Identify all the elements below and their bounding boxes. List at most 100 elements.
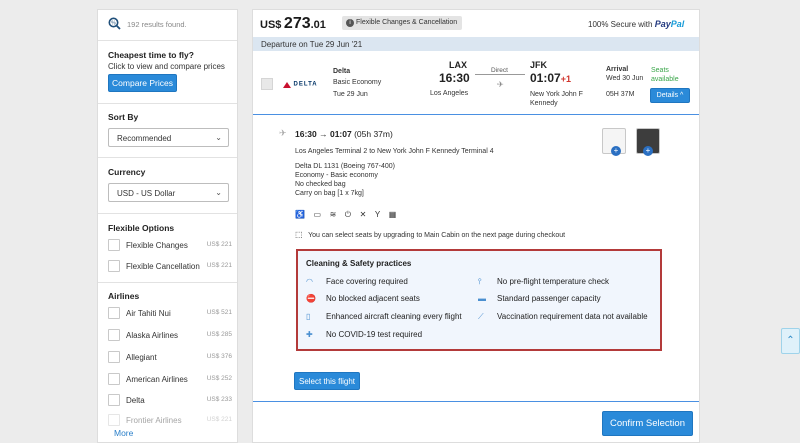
flight-separator [253,114,699,115]
currency-select[interactable]: USD - US Dollar ⌄ [108,183,229,202]
compare-prices-button[interactable]: Compare Prices [108,74,177,92]
thermometer-icon: ⫯ [478,277,482,286]
filter-airline[interactable]: Alaska Airlines US$ 285 [108,329,232,343]
test-icon: ✚ [306,330,313,339]
total-price: US$ 273.01 [260,15,326,33]
delta-logo-text: DELTA [293,81,318,88]
more-airlines-link[interactable]: More [114,428,133,438]
connector-line [475,74,525,75]
power-icon: ⏻ [344,210,352,219]
capacity-icon: ▬ [478,294,486,303]
flight-select-checkbox[interactable] [261,78,273,90]
seat-note: ⬚ You can select seats by upgrading to M… [295,229,565,239]
amenities-row: ♿ ▭ ≋ ⏻ ✕ Y ▦ [295,209,402,220]
cleaning-item: Face covering required [326,277,408,286]
seat-icon: ⬚ [295,230,303,239]
flexible-title: Flexible Options [108,223,175,233]
flight-result-card: US$ 273.01 i Flexible Changes & Cancellat… [252,9,700,443]
checkbox[interactable] [108,260,120,272]
seat-block-icon: ⛔ [306,294,316,303]
departure-label: Departure on Tue 29 Jun '21 [261,40,363,49]
currency-title: Currency [108,167,146,177]
confirm-selection-button[interactable]: Confirm Selection [602,411,693,436]
stops-label: Direct [489,67,510,74]
divider [98,157,237,158]
drink-icon: Y [374,210,381,219]
departure-bar: Departure on Tue 29 Jun '21 [253,37,699,51]
arrival-label: Arrival [606,66,629,73]
checkbox[interactable] [108,307,120,319]
badge-label: Flexible Changes & Cancellation [356,19,458,26]
seat-note-text: You can select seats by upgrading to Mai… [308,232,566,239]
divider [98,40,237,41]
checkbox[interactable] [108,351,120,363]
filter-label: Frontier Airlines [126,416,182,425]
sort-title: Sort By [108,112,139,122]
filter-price: US$ 521 [206,309,232,316]
cleaning-item: Standard passenger capacity [497,294,601,303]
filter-label: Allegiant [126,353,157,362]
secure-text: 100% Secure with [588,20,653,29]
flexible-badge: i Flexible Changes & Cancellation [342,16,463,30]
filter-flexible-changes[interactable]: Flexible Changes US$ 221 [108,239,232,253]
cheapest-title: Cheapest time to fly? [108,50,194,60]
departure-time: 16:30 [439,71,470,85]
scroll-to-top-button[interactable]: ⌃ [781,328,800,354]
price-main: 273 [283,15,311,32]
segment-plane-icon: ✈ [279,128,287,138]
filter-flexible-cancellation[interactable]: Flexible Cancellation US$ 221 [108,260,232,274]
filter-airline[interactable]: Delta US$ 233 [108,394,232,408]
cheapest-subtitle: Click to view and compare prices [108,62,225,71]
plane-icon: ✈ [497,80,504,89]
checkbox[interactable] [108,373,120,385]
filter-price: US$ 233 [206,396,232,403]
secure-paypal: 100% Secure with PayPal [588,19,684,29]
filter-label: Delta [126,396,145,405]
aircraft-thumb-1[interactable]: + [602,128,626,156]
filter-label: Alaska Airlines [126,331,179,340]
filter-price: US$ 221 [206,241,232,248]
chevron-down-icon: ⌄ [215,188,222,197]
divider [98,213,237,214]
filters-sidebar: % 192 results found. Cheapest time to fl… [97,9,238,443]
filter-airline[interactable]: American Airlines US$ 252 [108,373,232,387]
filter-airline[interactable]: Air Tahiti Nui US$ 521 [108,307,232,321]
checkbox[interactable] [108,239,120,251]
fare-class: Basic Economy [333,79,382,86]
paypal-logo: PayPal [655,19,685,29]
checkbox[interactable] [108,329,120,341]
cleaning-title: Cleaning & Safety practices [306,259,412,268]
origin-city: Los Angeles [430,90,469,97]
day-offset: +1 [560,74,571,84]
cleaning-safety-box: Cleaning & Safety practices ◠ Face cover… [296,249,662,351]
filter-airline[interactable]: Allegiant US$ 376 [108,351,232,365]
segment-times: 16:30 → 01:07 (05h 37m) [295,129,393,139]
filter-airline[interactable]: Frontier Airlines US$ 221 [108,414,232,428]
details-label: Details [656,92,679,99]
screen-icon: ▭ [313,210,322,219]
checkbox[interactable] [108,394,120,406]
expand-plus-icon: + [611,146,621,156]
delta-triangle-icon [283,81,291,88]
flight-duration: 05H 37M [606,91,635,98]
cleaning-item: Vaccination requirement data not availab… [497,312,648,321]
filter-price: US$ 376 [206,353,232,360]
destination-code: JFK [530,60,548,70]
meal-icon: ✕ [359,210,367,219]
chevron-up-icon: ⌃ [786,335,795,346]
mask-icon: ◠ [306,277,313,286]
results-count: 192 results found. [127,20,187,29]
price-cents: .01 [310,19,326,31]
select-flight-button[interactable]: Select this flight [294,372,360,390]
filter-price: US$ 221 [206,416,232,423]
aircraft-thumb-2[interactable]: + [636,128,660,156]
segment-checked-bag: No checked bag [295,181,346,188]
info-icon: i [346,19,354,27]
segment-flight-number: Delta DL 1131 (Boeing 767-400) [295,163,396,170]
direct-connector: Direct [475,67,525,79]
sort-value: Recommended [117,134,172,143]
price-currency: US$ [260,19,282,31]
sort-select[interactable]: Recommended ⌄ [108,128,229,147]
details-button[interactable]: Details ^ [650,88,690,103]
checkbox[interactable] [108,414,120,426]
